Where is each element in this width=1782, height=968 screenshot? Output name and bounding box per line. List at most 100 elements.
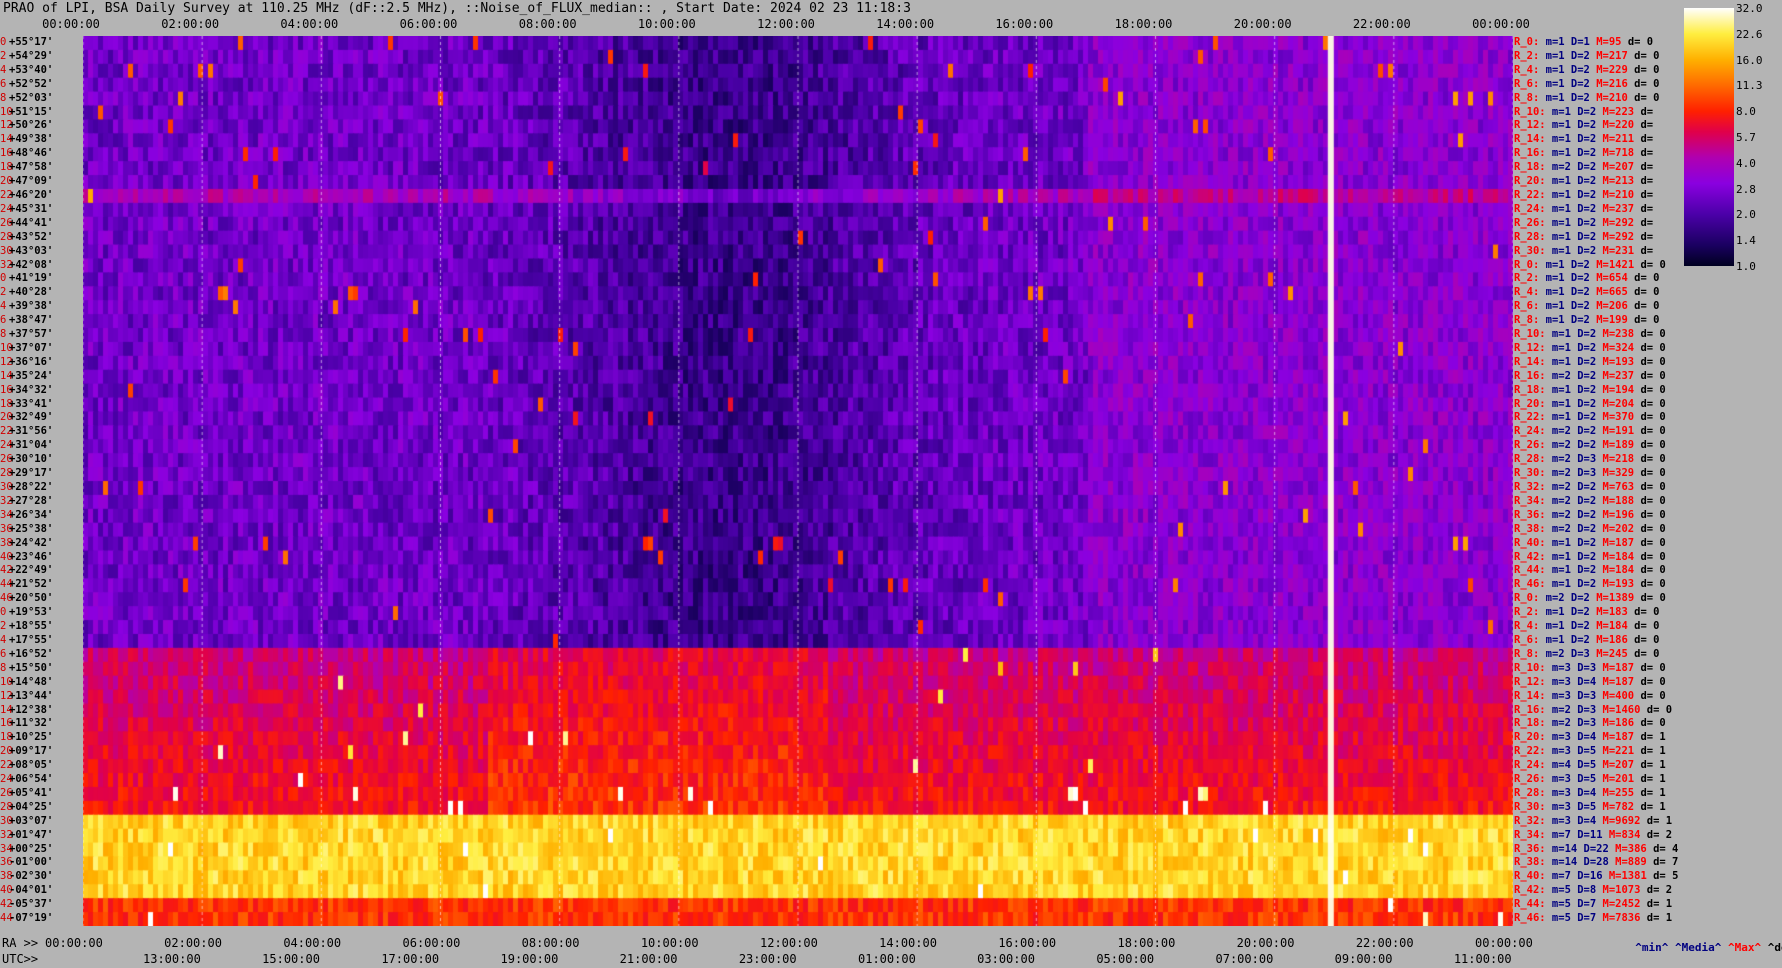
row-stat-mx: M=202 (1596, 522, 1635, 535)
row-stat: R_2: m=1 D=2 M=654 d= 0 (1514, 272, 1659, 284)
row-stat: R_24: m=4 D=5 M=207 d= 1 (1514, 759, 1666, 771)
row-stat-d: D=3 (1564, 647, 1590, 660)
top-tick-label: 00:00:00 (42, 17, 100, 31)
declination-label: 40+23°46' (0, 551, 53, 563)
row-index: 34 (0, 508, 13, 521)
row-index: 2 (0, 286, 7, 299)
row-stat: R_46: m=5 D=7 M=7836 d= 1 (1514, 912, 1672, 924)
declination-value: +43°52' (9, 230, 54, 243)
row-stat-dv: d= (1634, 244, 1654, 257)
declination-value: +23°46' (9, 550, 54, 563)
row-stat: R_28: m=2 D=3 M=218 d= 0 (1514, 453, 1666, 465)
row-stat-m: m=2 (1545, 508, 1571, 521)
declination-label: 28+29°17' (0, 467, 53, 479)
row-stat: R_22: m=3 D=5 M=221 d= 1 (1514, 745, 1666, 757)
row-stat-m: m=1 (1545, 564, 1571, 577)
row-stat-dv: d= 1 (1634, 786, 1666, 799)
row-stat-d: D=2 (1570, 536, 1597, 549)
row-stat-r: R_2: (1514, 49, 1540, 62)
row-stat: R_6: m=1 D=2 M=216 d= 0 (1514, 78, 1659, 90)
colorbar-tick: 22.6 (1736, 27, 1763, 41)
declination-value: +10°25' (9, 731, 54, 744)
row-stat-mx: M=191 (1596, 425, 1635, 438)
declination-label: 8 +52°03' (0, 92, 53, 104)
declination-label: 8 +15°50' (0, 662, 53, 674)
row-stat-r: R_4: (1514, 63, 1540, 76)
row-stat-d: D=4 (1570, 786, 1597, 799)
declination-value: +27°28' (9, 494, 54, 507)
row-stat-m: m=2 (1539, 647, 1565, 660)
ra-tick-label: 08:00:00 (521, 936, 580, 950)
row-stat-d: D=2 (1564, 49, 1590, 62)
row-stat-d: D=2 (1570, 355, 1597, 368)
row-stat-dv: d= 1 (1640, 912, 1673, 925)
row-stat-r: R_6: (1514, 633, 1540, 646)
row-stat-r: R_26: (1514, 216, 1546, 229)
row-stat-r: R_0: (1514, 592, 1540, 605)
declination-value: +52°03' (9, 91, 54, 104)
row-stat: R_18: m=1 D=2 M=194 d= 0 (1514, 384, 1666, 396)
row-index: 28 (0, 230, 13, 243)
row-stat-r: R_8: (1514, 91, 1540, 104)
row-stat-d: D=2 (1564, 592, 1590, 605)
row-stat-m: m=3 (1545, 773, 1571, 786)
row-stat-r: R_34: (1514, 828, 1546, 841)
declination-label: 32+42°08' (0, 259, 53, 271)
row-stat-r: R_10: (1514, 105, 1546, 118)
row-index: 10 (0, 341, 13, 354)
declination-label: 32+01°47' (0, 829, 53, 841)
row-stat-mx: M=221 (1596, 745, 1635, 758)
row-stat-r: R_32: (1514, 481, 1546, 493)
row-stat: R_2: m=1 D=2 M=183 d= 0 (1514, 606, 1659, 618)
row-stat-mx: M=196 (1596, 508, 1635, 521)
row-stat-m: m=1 (1545, 328, 1571, 341)
row-index: 18 (0, 161, 13, 174)
row-stat-r: R_12: (1514, 675, 1546, 688)
row-index: 6 (0, 314, 7, 327)
legend-max: ^Max^ (1727, 941, 1762, 954)
declination-label: 36+25°38' (0, 523, 53, 535)
row-statistics: R_0: m=1 D=1 M=95 d= 0 R_2: m=1 D=2 M=217… (1514, 36, 1709, 926)
row-stat: R_28: m=3 D=4 M=255 d= 1 (1514, 787, 1666, 799)
declination-value: +54°29' (9, 49, 54, 62)
row-stat-r: R_44: (1514, 898, 1546, 911)
row-index: 20 (0, 175, 13, 188)
top-time-axis: 00:00:00 02:00:00 04:00:00 06:00:00 08:00:00… (0, 17, 1530, 35)
declination-value: +43°03' (9, 244, 54, 257)
row-stat-dv: d= 0 (1634, 467, 1666, 480)
row-stat: R_42: m=5 D=8 M=1073 d= 2 (1514, 884, 1672, 896)
row-stat-mx: M=194 (1596, 383, 1635, 396)
row-stat-d: D=5 (1570, 800, 1597, 813)
row-stat-m: m=5 (1545, 884, 1571, 897)
row-stat-m: m=1 (1539, 620, 1565, 633)
row-stat-dv: d= (1634, 119, 1654, 132)
row-stat: R_12: m=1 D=2 M=324 d= 0 (1514, 342, 1666, 354)
row-stat: R_36: m=2 D=2 M=196 d= 0 (1514, 509, 1666, 521)
row-stat-mx: M=237 (1596, 202, 1635, 215)
declination-value: +14°48' (9, 675, 54, 688)
row-stat-r: R_22: (1514, 188, 1546, 201)
row-stat-m: m=1 (1539, 91, 1565, 104)
row-stat: R_38: m=14 D=28 M=889 d= 7 (1514, 856, 1678, 868)
declination-label: 44-07°19' (0, 912, 53, 924)
row-stat-m: m=1 (1545, 244, 1571, 257)
row-stat: R_10: m=1 D=2 M=238 d= 0 (1514, 328, 1666, 340)
declination-value: +03°07' (9, 814, 54, 827)
row-stat-d: D=2 (1570, 564, 1597, 577)
declination-value: +35°24' (9, 369, 54, 382)
row-stat: R_2: m=1 D=2 M=217 d= 0 (1514, 50, 1659, 62)
heatmap-plot[interactable] (83, 36, 1513, 926)
declination-value: -07°19' (9, 912, 54, 925)
row-stat-d: D=4 (1570, 675, 1597, 688)
top-tick-label: 00:00:00 (1472, 17, 1530, 31)
top-tick-label: 08:00:00 (518, 17, 577, 31)
row-stat: R_10: m=1 D=2 M=223 d= (1514, 106, 1653, 118)
row-stat-r: R_28: (1514, 453, 1546, 466)
row-index: 6 (0, 77, 7, 90)
row-stat: R_0: m=2 D=2 M=1389 d= 0 (1514, 592, 1666, 604)
row-stat: R_26: m=2 D=2 M=189 d= 0 (1514, 439, 1666, 451)
row-stat-mx: M=329 (1596, 467, 1635, 480)
declination-label: 24+45°31' (0, 203, 53, 215)
row-stat-d: D=1 (1564, 36, 1590, 48)
row-index: 32 (0, 494, 13, 507)
